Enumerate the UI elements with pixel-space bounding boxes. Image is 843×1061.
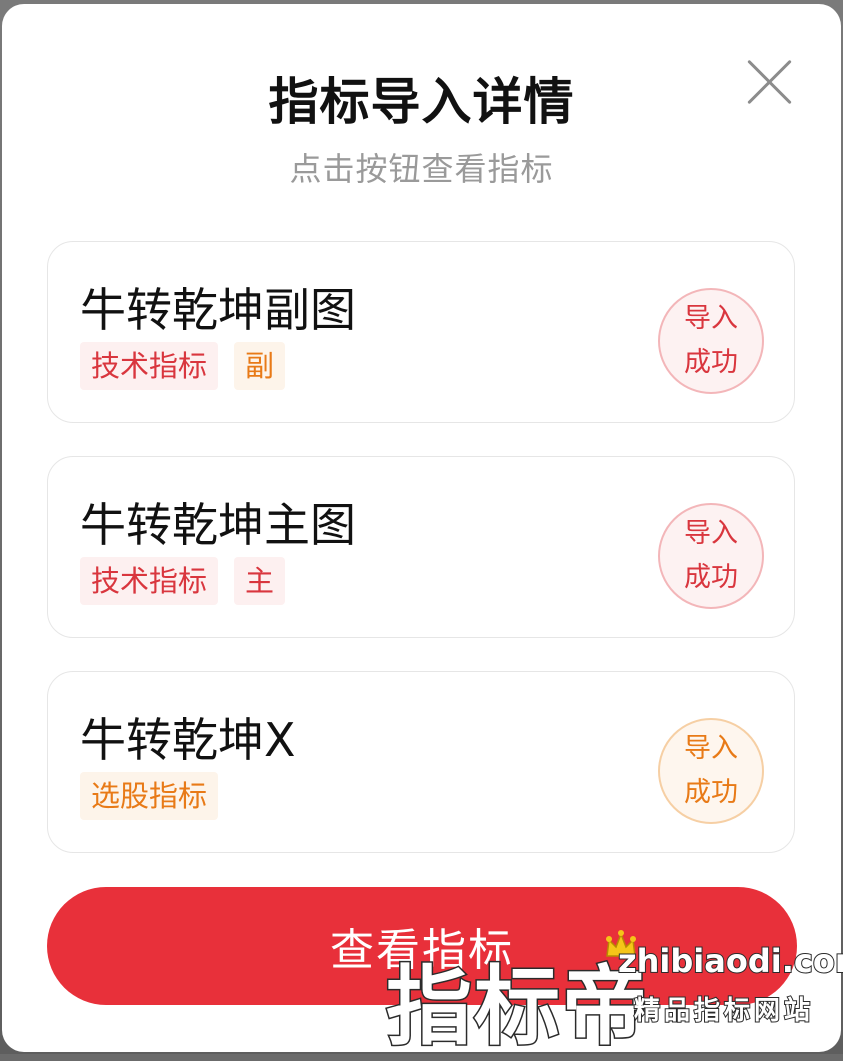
indicator-tags: 选股指标 bbox=[80, 772, 219, 820]
indicator-type-tag: 技术指标 bbox=[80, 557, 219, 605]
modal-title: 指标导入详情 bbox=[268, 73, 575, 131]
stamp-line1: 导入 bbox=[684, 518, 738, 549]
import-success-stamp: 导入 成功 bbox=[658, 718, 764, 824]
indicator-tags: 技术指标 主 bbox=[80, 557, 286, 605]
import-success-stamp: 导入 成功 bbox=[658, 288, 764, 394]
indicator-card: 牛转乾坤副图 技术指标 副 导入 成功 bbox=[47, 241, 795, 423]
indicator-card: 牛转乾坤X 选股指标 导入 成功 bbox=[47, 671, 795, 853]
indicator-chart-tag: 副 bbox=[234, 342, 286, 390]
stamp-line1: 导入 bbox=[684, 733, 738, 764]
indicator-type-tag: 选股指标 bbox=[80, 772, 219, 820]
modal-subtitle: 点击按钮查看指标 bbox=[289, 150, 554, 188]
stamp-line2: 成功 bbox=[684, 347, 738, 378]
indicator-chart-tag: 主 bbox=[234, 557, 286, 605]
close-icon[interactable] bbox=[745, 58, 793, 106]
view-indicators-button[interactable]: 查看指标 bbox=[47, 887, 797, 1005]
import-success-stamp: 导入 成功 bbox=[658, 503, 764, 609]
stamp-line1: 导入 bbox=[684, 303, 738, 334]
indicator-type-tag: 技术指标 bbox=[80, 342, 219, 390]
import-details-modal: 指标导入详情 点击按钮查看指标 牛转乾坤副图 技术指标 副 导入 成功 牛转乾坤… bbox=[2, 4, 841, 1052]
indicator-name: 牛转乾坤X bbox=[80, 713, 296, 767]
indicator-name: 牛转乾坤副图 bbox=[80, 283, 356, 337]
indicator-tags: 技术指标 副 bbox=[80, 342, 286, 390]
indicator-name: 牛转乾坤主图 bbox=[80, 498, 356, 552]
stamp-line2: 成功 bbox=[684, 562, 738, 593]
stamp-line2: 成功 bbox=[684, 777, 738, 808]
indicator-card: 牛转乾坤主图 技术指标 主 导入 成功 bbox=[47, 456, 795, 638]
